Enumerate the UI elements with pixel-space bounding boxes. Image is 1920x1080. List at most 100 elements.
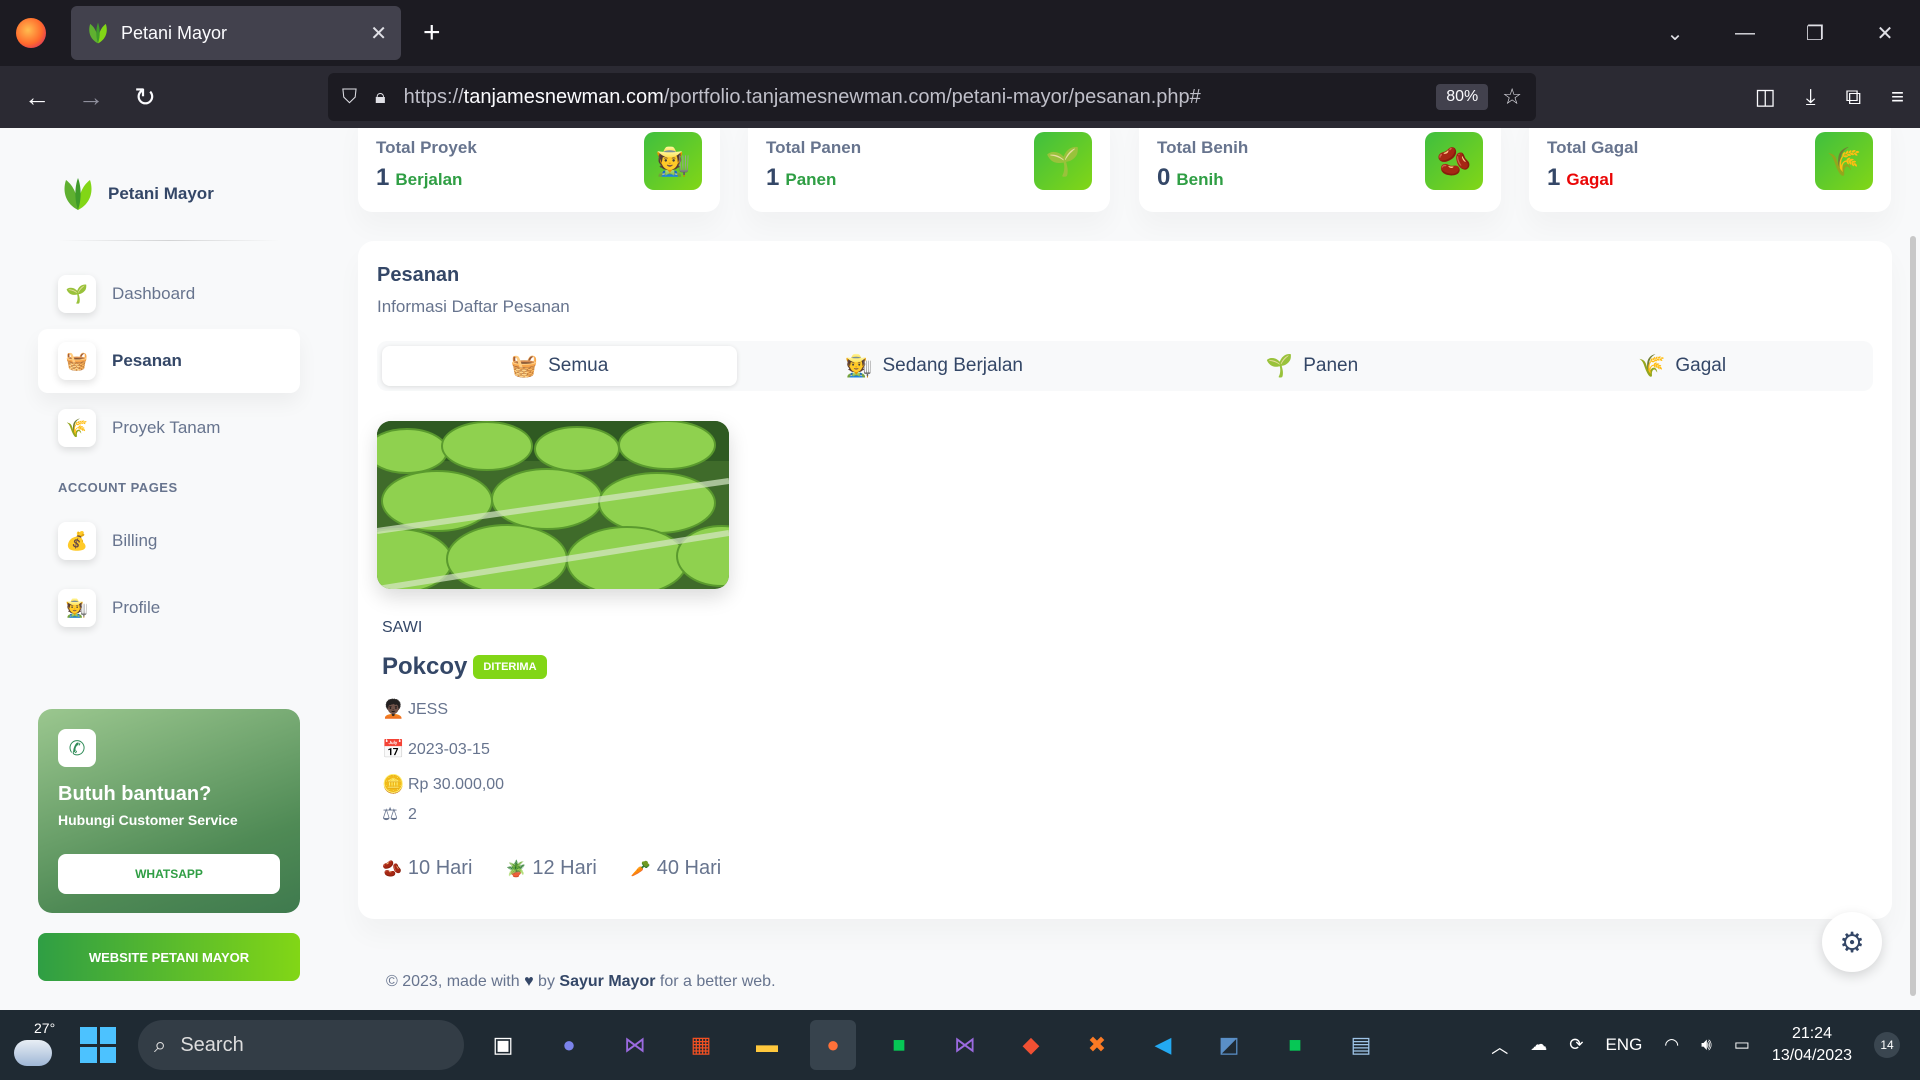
- windows-start-icon[interactable]: [80, 1027, 116, 1063]
- seed-bag-icon: 🫘: [382, 861, 402, 878]
- browser-tab-strip: Petani Mayor ✕ + ⌄ — ❐ ✕: [0, 0, 1920, 66]
- reload-button[interactable]: ↻: [118, 82, 172, 113]
- browser-tab[interactable]: Petani Mayor ✕: [71, 6, 401, 60]
- new-tab-button[interactable]: +: [423, 16, 441, 50]
- taskbar-apps: ▣ ● ⋈ ▦ ▬ ● ■ ⋈ ◆ ✖ ◀ ◩ ■ ▤: [480, 1020, 1384, 1070]
- url-text[interactable]: https://tanjamesnewman.com/portfolio.tan…: [404, 86, 1437, 109]
- close-window-button[interactable]: ✕: [1850, 21, 1920, 46]
- taskbar-search[interactable]: ⌕ Search: [138, 1020, 464, 1070]
- volume-icon[interactable]: 🔊︎: [1701, 1035, 1712, 1055]
- git-icon[interactable]: ◆: [1008, 1020, 1054, 1070]
- sidebar-item-profile[interactable]: 🧑‍🌾 Profile: [38, 576, 300, 640]
- farmer-icon: 🧑‍🌾: [58, 589, 96, 627]
- visual-studio-2-icon[interactable]: ⋈: [942, 1020, 988, 1070]
- sync-icon[interactable]: ⟳: [1569, 1035, 1583, 1055]
- extensions-icon[interactable]: ⧉: [1845, 84, 1861, 110]
- status-badge: DITERIMA: [473, 655, 547, 679]
- download-icon[interactable]: ⤓: [1806, 84, 1816, 110]
- scrollbar[interactable]: [1910, 236, 1916, 996]
- farmer-icon: 🧑‍🌾: [845, 353, 873, 378]
- stat-value: 1 Berjalan: [376, 164, 463, 191]
- sidebar: Petani Mayor 🌱 Dashboard 🧺 Pesanan 🌾 Pro…: [38, 128, 300, 1010]
- stat-card-panen: Total Panen 1 Panen 🌱: [748, 128, 1110, 212]
- line-2-icon[interactable]: ■: [1272, 1020, 1318, 1070]
- stat-card-benih: Total Benih 0 Benih 🫘: [1139, 128, 1501, 212]
- farmer-icon: 🧑‍🌾: [644, 132, 702, 190]
- coin-icon: 🪙: [382, 774, 405, 794]
- toolbar-icons: ◫ ⤓ ⧉ ≡: [1755, 66, 1904, 128]
- visual-studio-icon[interactable]: ⋈: [612, 1020, 658, 1070]
- zoom-level[interactable]: 80%: [1436, 84, 1489, 110]
- onedrive-icon[interactable]: ☁: [1530, 1035, 1547, 1055]
- tab-panen[interactable]: 🌱 Panen: [1127, 346, 1497, 386]
- menu-icon[interactable]: ≡: [1891, 84, 1904, 110]
- section-title: ACCOUNT PAGES: [58, 480, 178, 495]
- footer-link[interactable]: Sayur Mayor: [559, 973, 655, 990]
- vscode-icon[interactable]: ◀: [1140, 1020, 1186, 1070]
- battery-icon[interactable]: ▭: [1734, 1035, 1750, 1055]
- bookmark-star-icon[interactable]: ☆: [1502, 84, 1522, 110]
- leaf-icon: [89, 22, 107, 44]
- sidebar-item-label: Dashboard: [112, 284, 196, 303]
- filter-tabs: 🧺 Semua 🧑‍🌾 Sedang Berjalan 🌱 Panen 🌾 Gagal: [377, 341, 1873, 391]
- sprout-icon: 🌱: [1265, 353, 1294, 378]
- website-button[interactable]: WEBSITE PETANI MAYOR: [38, 933, 300, 981]
- language-indicator[interactable]: ENG: [1605, 1035, 1642, 1055]
- help-card: ✆ Butuh bantuan? Hubungi Customer Servic…: [38, 709, 300, 913]
- whatsapp-button[interactable]: WHATSAPP: [58, 854, 280, 894]
- footer: © 2023, made with ♥ by Sayur Mayor for a…: [386, 973, 776, 990]
- minimize-button[interactable]: —: [1710, 22, 1780, 45]
- window-controls: ⌄ — ❐ ✕: [1640, 0, 1920, 66]
- system-tray: ︿ ☁ ⟳ ENG ◠ 🔊︎ ▭ 21:24 13/04/2023 14: [1491, 1010, 1900, 1080]
- sidebar-item-pesanan[interactable]: 🧺 Pesanan: [38, 329, 300, 393]
- sidebar-item-proyek-tanam[interactable]: 🌾 Proyek Tanam: [38, 396, 300, 460]
- notepad-icon[interactable]: ▤: [1338, 1020, 1384, 1070]
- date: 13/04/2023: [1771, 1047, 1852, 1064]
- brand[interactable]: Petani Mayor: [58, 174, 214, 214]
- sidebar-item-label: Profile: [112, 598, 161, 617]
- xampp-icon[interactable]: ✖: [1074, 1020, 1120, 1070]
- wifi-icon[interactable]: ◠: [1664, 1035, 1679, 1055]
- stat-value: 1 Gagal: [1547, 164, 1614, 191]
- lock-icon[interactable]: 🔒︎: [375, 86, 386, 109]
- sidebar-item-dashboard[interactable]: 🌱 Dashboard: [38, 262, 300, 326]
- forward-button[interactable]: →: [64, 82, 118, 113]
- product-image[interactable]: [377, 421, 729, 589]
- pocket-icon[interactable]: ◫: [1755, 84, 1776, 110]
- time: 21:24: [1791, 1025, 1832, 1042]
- search-placeholder: Search: [180, 1033, 244, 1056]
- tab-gagal[interactable]: 🌾 Gagal: [1497, 346, 1867, 386]
- settings-gear-button[interactable]: ⚙: [1822, 912, 1882, 972]
- sidebar-item-label: Pesanan: [112, 351, 182, 370]
- sidebar-item-billing[interactable]: 💰 Billing: [38, 509, 300, 573]
- duration-harvest: 🥕 40 Hari: [630, 857, 722, 879]
- calendar-icon: 📅: [382, 739, 405, 759]
- order-quantity: ⚖︎ 2: [382, 804, 417, 824]
- help-subtitle: Hubungi Customer Service: [58, 812, 238, 828]
- tab-semua[interactable]: 🧺 Semua: [382, 346, 737, 386]
- file-explorer-icon[interactable]: ▬: [744, 1020, 790, 1070]
- stat-label: Total Benih: [1157, 138, 1249, 157]
- notification-badge[interactable]: 14: [1874, 1032, 1900, 1058]
- duration-grow: 🪴 12 Hari: [506, 857, 597, 879]
- tab-list-icon[interactable]: ⌄: [1640, 21, 1710, 46]
- url-bar[interactable]: ⛉ 🔒︎ https://tanjamesnewman.com/portfoli…: [328, 73, 1536, 121]
- weather-widget[interactable]: 27°: [14, 1020, 55, 1066]
- sprout-icon: 🌱: [1034, 132, 1092, 190]
- clock[interactable]: 21:24 13/04/2023: [1772, 1023, 1852, 1067]
- store-icon[interactable]: ▦: [678, 1020, 724, 1070]
- basket-icon: 🧺: [510, 353, 539, 378]
- mysql-workbench-icon[interactable]: ◩: [1206, 1020, 1252, 1070]
- restore-button[interactable]: ❐: [1780, 21, 1850, 46]
- shield-icon[interactable]: ⛉: [342, 86, 357, 109]
- close-tab-icon[interactable]: ✕: [370, 21, 387, 46]
- tab-sedang-berjalan[interactable]: 🧑‍🌾 Sedang Berjalan: [749, 346, 1119, 386]
- order-date: 📅 2023-03-15: [382, 739, 490, 759]
- task-view-icon[interactable]: ▣: [480, 1020, 526, 1070]
- sidebar-item-label: Proyek Tanam: [112, 418, 221, 437]
- line-icon[interactable]: ■: [876, 1020, 922, 1070]
- back-button[interactable]: ←: [10, 82, 64, 113]
- chat-icon[interactable]: ●: [546, 1020, 592, 1070]
- firefox-taskbar-icon[interactable]: ●: [810, 1020, 856, 1070]
- chevron-up-icon[interactable]: ︿: [1491, 1033, 1508, 1058]
